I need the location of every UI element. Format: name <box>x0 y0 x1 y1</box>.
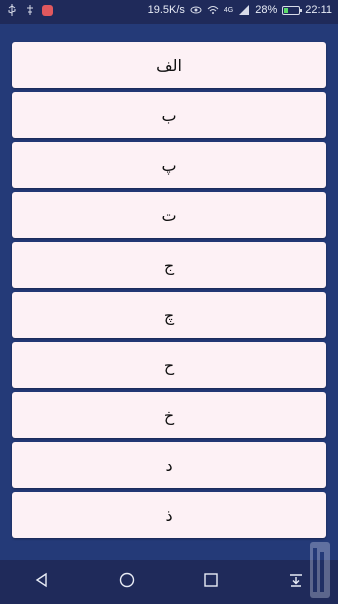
letter-label: چ <box>163 305 175 325</box>
letter-label: الف <box>156 55 182 75</box>
letter-label: ب <box>161 105 177 125</box>
recents-button[interactable] <box>193 562 229 598</box>
letter-item[interactable]: ح <box>12 342 326 388</box>
letter-item[interactable]: ج <box>12 242 326 288</box>
app-notification-icon <box>42 4 53 16</box>
network-speed: 19.5K/s <box>147 4 185 16</box>
back-icon <box>35 572 47 588</box>
home-icon <box>119 572 134 588</box>
notification-pull-icon <box>289 574 302 587</box>
home-button[interactable] <box>109 562 145 598</box>
letter-item[interactable]: ب <box>12 92 326 138</box>
usb-debug-icon <box>24 4 36 16</box>
back-button[interactable] <box>24 562 60 598</box>
letter-item[interactable]: ت <box>12 192 326 238</box>
clock: 22:11 <box>305 4 332 16</box>
wifi-icon <box>207 4 219 16</box>
battery-level <box>284 7 289 13</box>
letter-item[interactable]: ذ <box>12 492 326 538</box>
letter-label: خ <box>163 405 175 425</box>
letter-item[interactable]: د <box>12 442 326 488</box>
alphabet-list-screen: الف ب پ ت ج چ ح خ د ذ <box>0 24 338 560</box>
status-right-icons: 19.5K/s 4G 28% 22:11 <box>148 4 332 16</box>
battery-percent: 28% <box>255 4 278 16</box>
letter-label: پ <box>161 155 177 175</box>
navigation-bar <box>0 560 338 600</box>
signal-icon <box>238 4 250 16</box>
eye-comfort-icon <box>190 4 202 16</box>
network-type: 4G <box>223 6 234 14</box>
letter-label: ح <box>163 355 175 375</box>
battery-icon <box>282 5 303 15</box>
letter-item[interactable]: الف <box>12 42 326 88</box>
letter-item[interactable]: خ <box>12 392 326 438</box>
letter-item[interactable]: چ <box>12 292 326 338</box>
usb-icon <box>6 4 18 16</box>
watermark-graphic <box>308 540 332 600</box>
letter-label: ذ <box>165 505 173 525</box>
letter-label: ت <box>161 205 177 225</box>
letter-label: ج <box>163 255 175 275</box>
letter-item[interactable]: پ <box>12 142 326 188</box>
recents-icon <box>204 573 218 587</box>
alphabet-list: الف ب پ ت ج چ ح خ د ذ <box>12 42 326 542</box>
status-bar: 19.5K/s 4G 28% 22:11 <box>0 0 338 24</box>
letter-label: د <box>165 455 173 475</box>
status-left-icons <box>6 4 53 16</box>
